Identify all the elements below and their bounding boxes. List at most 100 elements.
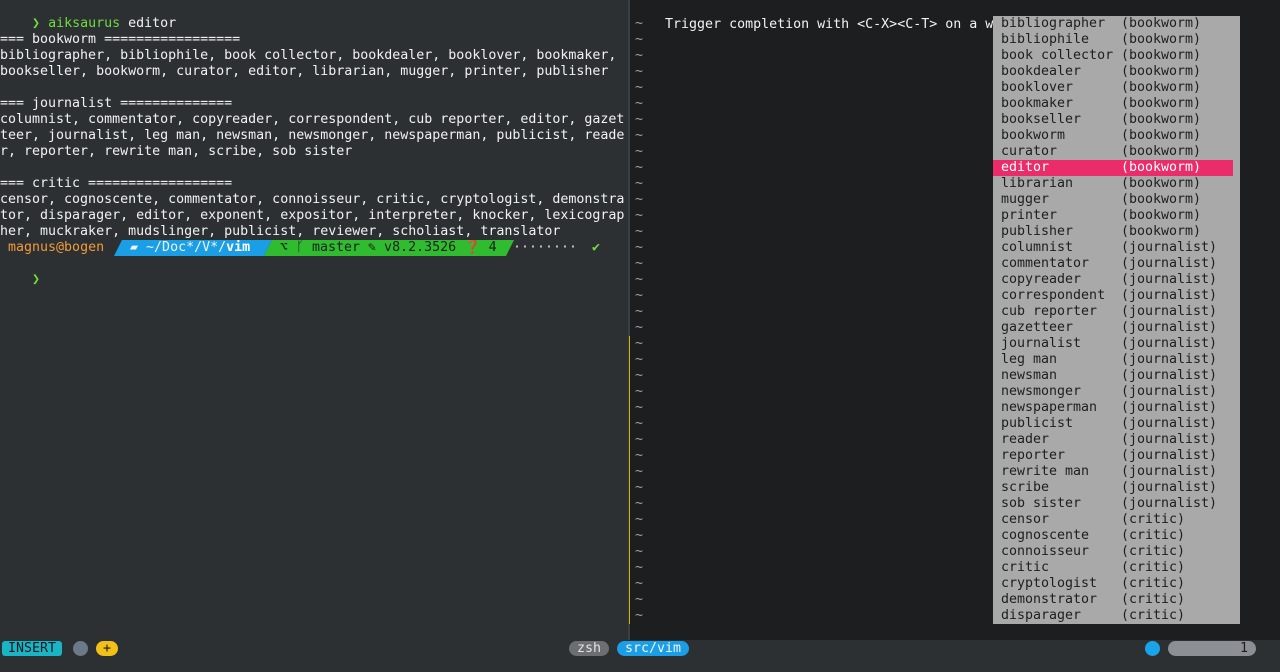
completion-kind: (journalist) — [1121, 416, 1218, 431]
completion-word: copyreader — [1001, 272, 1082, 287]
tilde-marker: ~ — [635, 320, 644, 335]
tilde-marker: ~ — [635, 48, 644, 63]
completion-word: publicist — [1001, 416, 1074, 431]
completion-kind: (journalist) — [1121, 240, 1218, 255]
completion-item[interactable]: copyreader (journalist) — [993, 272, 1233, 288]
completion-kind: (critic) — [1121, 576, 1186, 591]
completion-kind: (journalist) — [1121, 336, 1218, 351]
completion-word: connoisseur — [1001, 544, 1090, 559]
completion-item[interactable]: critic (critic) — [993, 560, 1233, 576]
completion-word: journalist — [1001, 336, 1082, 351]
completion-item[interactable]: connoisseur (critic) — [993, 544, 1233, 560]
completion-word: disparager — [1001, 608, 1082, 623]
completion-item[interactable]: reader (journalist) — [993, 432, 1233, 448]
completion-item[interactable]: librarian (bookworm) — [993, 176, 1233, 192]
completion-word: newspaperman — [1001, 400, 1098, 415]
completion-word: bookworm — [1001, 128, 1066, 143]
completion-kind: (bookworm) — [1121, 16, 1202, 31]
completion-item[interactable]: bookmaker (bookworm) — [993, 96, 1233, 112]
completion-item[interactable]: gazetteer (journalist) — [993, 320, 1233, 336]
tilde-marker: ~ — [635, 512, 644, 527]
completion-word: bookseller — [1001, 112, 1082, 127]
tilde-marker: ~ — [635, 224, 644, 239]
shell-prompt: magnus@bogen ▰ ~/Doc*/V*/vim ⌥ ᚴ master … — [0, 240, 628, 256]
completion-item[interactable]: booklover (bookworm) — [993, 80, 1233, 96]
completion-item[interactable]: censor (critic) — [993, 512, 1233, 528]
tilde-marker: ~ — [635, 384, 644, 399]
vim-command-line[interactable]: Trigger completion with <C-X><C-T> on a … — [633, 0, 1090, 32]
completion-item[interactable]: sob sister (journalist) — [993, 496, 1233, 512]
completion-word: bookmaker — [1001, 96, 1074, 111]
vim-pane[interactable]: Trigger completion with <C-X><C-T> on a … — [630, 0, 1280, 640]
completion-item[interactable]: bookworm (bookworm) — [993, 128, 1233, 144]
completion-word: demonstrator — [1001, 592, 1098, 607]
tab-zsh[interactable]: zsh — [569, 641, 610, 656]
completion-kind: (journalist) — [1121, 304, 1218, 319]
terminal-pane[interactable]: ❯ aiksaurus editor === bookworm ========… — [0, 0, 628, 640]
output-line: === critic ================== — [0, 176, 233, 191]
completion-item[interactable]: scribe (journalist) — [993, 480, 1233, 496]
tilde-marker: ~ — [635, 400, 644, 415]
tilde-marker: ~ — [635, 304, 644, 319]
completion-word: mugger — [1001, 192, 1050, 207]
completion-item[interactable]: leg man (journalist) — [993, 352, 1233, 368]
new-prompt-row[interactable]: ❯ — [0, 256, 40, 287]
completion-item[interactable]: reporter (journalist) — [993, 448, 1233, 464]
completion-kind: (journalist) — [1121, 272, 1218, 287]
completion-item[interactable]: printer (bookworm) — [993, 208, 1233, 224]
completion-item[interactable]: publicist (journalist) — [993, 416, 1233, 432]
tilde-marker: ~ — [635, 592, 644, 607]
completion-kind: (bookworm) — [1121, 144, 1202, 159]
plus-badge[interactable]: + — [96, 641, 119, 656]
completion-item-selected[interactable]: editor (bookworm) — [993, 160, 1233, 176]
completion-item[interactable]: cub reporter (journalist) — [993, 304, 1233, 320]
prompt-arrow-icon: ❯ — [32, 272, 41, 287]
tilde-marker: ~ — [635, 288, 644, 303]
completion-item[interactable]: cryptologist (critic) — [993, 576, 1233, 592]
output-line: === bookworm ================= — [0, 32, 241, 47]
completion-word: censor — [1001, 512, 1050, 527]
completion-word: correspondent — [1001, 288, 1106, 303]
completion-item[interactable]: commentator (journalist) — [993, 256, 1233, 272]
completion-item[interactable]: mugger (bookworm) — [993, 192, 1233, 208]
tilde-marker: ~ — [635, 128, 644, 143]
completion-item[interactable]: curator (bookworm) — [993, 144, 1233, 160]
tilde-marker: ~ — [635, 576, 644, 591]
tilde-marker: ~ — [635, 16, 644, 31]
completion-item[interactable]: rewrite man (journalist) — [993, 464, 1233, 480]
completion-item[interactable]: bibliophile (bookworm) — [993, 32, 1233, 48]
completion-item[interactable]: bookdealer (bookworm) — [993, 64, 1233, 80]
completion-item[interactable]: demonstrator (critic) — [993, 592, 1233, 608]
completion-kind: (bookworm) — [1121, 176, 1202, 191]
tilde-marker: ~ — [635, 64, 644, 79]
tmux-status-bar: INSERT + zsh src/vim 1 — [0, 640, 1280, 672]
completion-item[interactable]: newspaperman (journalist) — [993, 400, 1233, 416]
status-circle-icon — [1145, 641, 1160, 656]
output-line: bookseller, bookworm, curator, editor, l… — [0, 64, 609, 79]
completion-popup-menu[interactable]: bibliographer (bookworm) bibliophile (bookw… — [993, 16, 1240, 624]
tilde-marker: ~ — [635, 352, 644, 367]
completion-word: critic — [1001, 560, 1050, 575]
completion-kind: (journalist) — [1121, 384, 1218, 399]
output-line: her, muckraker, mudslinger, publicist, r… — [0, 224, 561, 239]
completion-item[interactable]: columnist (journalist) — [993, 240, 1233, 256]
line-number: 1 — [1239, 641, 1248, 656]
completion-item[interactable]: newsmonger (journalist) — [993, 384, 1233, 400]
completion-item[interactable]: journalist (journalist) — [993, 336, 1233, 352]
completion-item[interactable]: publisher (bookworm) — [993, 224, 1233, 240]
completion-item[interactable]: newsman (journalist) — [993, 368, 1233, 384]
tilde-marker: ~ — [635, 368, 644, 383]
completion-item[interactable]: book collector (bookworm) — [993, 48, 1233, 64]
completion-item[interactable]: correspondent (journalist) — [993, 288, 1233, 304]
completion-item[interactable]: bookseller (bookworm) — [993, 112, 1233, 128]
completion-item[interactable]: disparager (critic) — [993, 608, 1233, 624]
tilde-marker: ~ — [635, 32, 644, 47]
completion-kind: (critic) — [1121, 560, 1186, 575]
completion-word: newsman — [1001, 368, 1058, 383]
tab-vim[interactable]: src/vim — [617, 641, 690, 656]
completion-scrollbar[interactable] — [1233, 16, 1240, 624]
completion-item[interactable]: bibliographer (bookworm) — [993, 16, 1233, 32]
completion-kind: (bookworm) — [1121, 192, 1202, 207]
completion-item[interactable]: cognoscente (critic) — [993, 528, 1233, 544]
tilde-marker: ~ — [635, 560, 644, 575]
